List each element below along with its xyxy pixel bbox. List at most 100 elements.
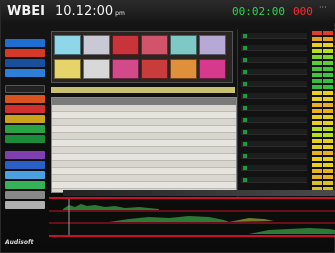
hotkey-button[interactable] [199, 59, 226, 79]
hotkey-button[interactable] [112, 35, 139, 55]
status-dot-icon [243, 118, 247, 122]
list-item[interactable] [241, 105, 307, 111]
meter-segment [312, 115, 322, 119]
sidebar-button[interactable] [5, 85, 45, 93]
meter-segment [312, 67, 322, 71]
sidebar-button[interactable] [5, 201, 45, 209]
status-dot-icon [243, 166, 247, 170]
meter-segment [312, 37, 322, 41]
table-row[interactable] [52, 126, 236, 133]
meter-segment [323, 163, 333, 167]
meter-segment [323, 169, 333, 173]
hotkey-button[interactable] [141, 59, 168, 79]
status-dot-icon [243, 154, 247, 158]
status-dot-icon [243, 82, 247, 86]
hotkey-button[interactable] [170, 59, 197, 79]
table-row[interactable] [52, 182, 236, 189]
meter-segment [323, 67, 333, 71]
list-item[interactable] [241, 81, 307, 87]
table-row[interactable] [52, 175, 236, 182]
table-row[interactable] [52, 112, 236, 119]
table-row[interactable] [52, 154, 236, 161]
sidebar-button[interactable] [5, 171, 45, 179]
table-row[interactable] [52, 105, 236, 112]
hotkey-button[interactable] [170, 35, 197, 55]
meter-segment [323, 97, 333, 101]
left-sidebar [5, 39, 45, 214]
meter-segment [312, 169, 322, 173]
status-dot-icon [243, 58, 247, 62]
playlist-header [52, 98, 236, 105]
meter-segment [312, 85, 322, 89]
meter-segment [312, 181, 322, 185]
meter-segment [323, 73, 333, 77]
meter-segment [312, 121, 322, 125]
sidebar-button[interactable] [5, 115, 45, 123]
list-item[interactable] [241, 177, 307, 183]
meter-segment [323, 181, 333, 185]
table-row[interactable] [52, 168, 236, 175]
hotkey-button[interactable] [112, 59, 139, 79]
meter-segment [323, 103, 333, 107]
sidebar-button[interactable] [5, 151, 45, 159]
meter-segment [312, 157, 322, 161]
hotkey-button[interactable] [83, 59, 110, 79]
table-row[interactable] [52, 133, 236, 140]
list-item[interactable] [241, 69, 307, 75]
sidebar-button[interactable] [5, 191, 45, 199]
menu-icon[interactable]: ··· [319, 3, 327, 12]
top-bar: WBEI 10.12:00 pm 00:02:00 000 ··· [1, 1, 335, 23]
elapsed-timer: 00:02:00 [232, 5, 285, 18]
meter-segment [312, 109, 322, 113]
meter-segment [312, 73, 322, 77]
clock: 10.12:00 pm [55, 4, 125, 19]
audio-level-meter [312, 31, 334, 199]
list-item[interactable] [241, 165, 307, 171]
list-item[interactable] [241, 117, 307, 123]
waveform-editor[interactable] [49, 197, 335, 237]
table-row[interactable] [52, 161, 236, 168]
sidebar-button[interactable] [5, 59, 45, 67]
list-item[interactable] [241, 93, 307, 99]
list-item[interactable] [241, 141, 307, 147]
meter-segment [312, 145, 322, 149]
sidebar-button[interactable] [5, 181, 45, 189]
meter-segment [323, 85, 333, 89]
meter-segment [312, 61, 322, 65]
waveform-header [63, 190, 335, 196]
sidebar-button[interactable] [5, 161, 45, 169]
sidebar-button[interactable] [5, 39, 45, 47]
status-dot-icon [243, 106, 247, 110]
sidebar-button[interactable] [5, 125, 45, 133]
hotkey-button[interactable] [141, 35, 168, 55]
hotkey-button[interactable] [83, 35, 110, 55]
hotkey-button[interactable] [54, 35, 81, 55]
meter-segment [312, 139, 322, 143]
table-row[interactable] [52, 140, 236, 147]
clock-suffix: pm [115, 10, 125, 17]
sidebar-button[interactable] [5, 105, 45, 113]
meter-segment [312, 31, 322, 35]
sidebar-button[interactable] [5, 95, 45, 103]
list-item[interactable] [241, 129, 307, 135]
meter-segment [323, 31, 333, 35]
hotkey-button[interactable] [199, 35, 226, 55]
sidebar-button[interactable] [5, 135, 45, 143]
list-item[interactable] [241, 33, 307, 39]
meter-segment [323, 55, 333, 59]
meter-segment [312, 55, 322, 59]
playlist-log [51, 97, 237, 193]
sidebar-button[interactable] [5, 69, 45, 77]
sidebar-button[interactable] [5, 49, 45, 57]
list-item[interactable] [241, 57, 307, 63]
table-row[interactable] [52, 119, 236, 126]
table-row[interactable] [52, 147, 236, 154]
meter-segment [312, 133, 322, 137]
meter-segment [323, 61, 333, 65]
meter-segment [312, 43, 322, 47]
meter-segment [312, 163, 322, 167]
list-item[interactable] [241, 45, 307, 51]
hotkey-button[interactable] [54, 59, 81, 79]
list-item[interactable] [241, 153, 307, 159]
meter-segment [323, 157, 333, 161]
